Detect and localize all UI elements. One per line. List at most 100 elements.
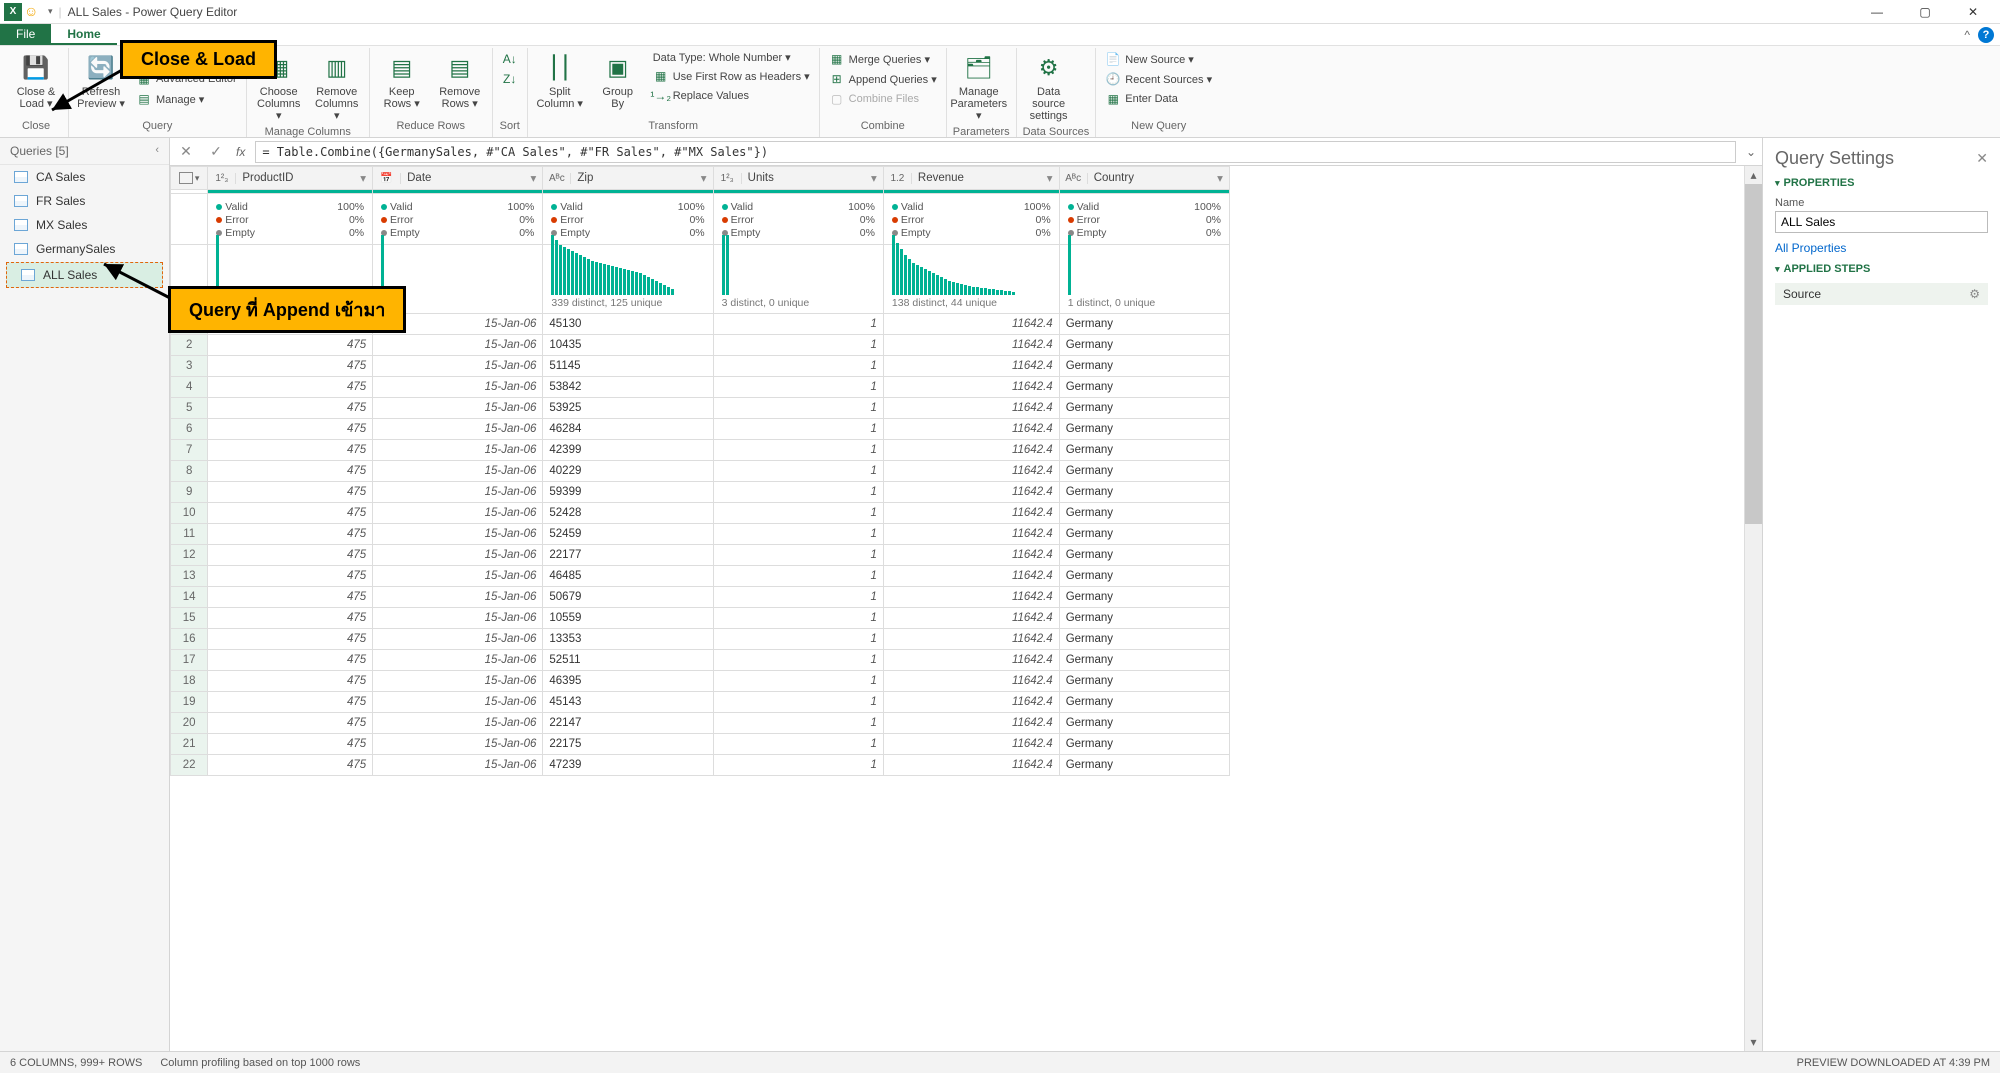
help-icon[interactable]: ? (1978, 27, 1994, 43)
column-filter-dropdown[interactable]: ▾ (1041, 171, 1059, 185)
cell-zip[interactable]: 50679 (543, 587, 713, 608)
cell-date[interactable]: 15-Jan-06 (373, 566, 543, 587)
maximize-button[interactable]: ▢ (1910, 5, 1940, 19)
split-column-button[interactable]: ⎮⎮Split Column ▾ (534, 50, 586, 112)
column-header[interactable]: 1.2 Revenue ▾ (884, 167, 1059, 189)
cell-revenue[interactable]: 11642.4 (883, 461, 1059, 482)
cell-revenue[interactable]: 11642.4 (883, 650, 1059, 671)
enter-data-button[interactable]: ▦Enter Data (1102, 90, 1215, 108)
table-row[interactable]: 19 475 15-Jan-06 45143 1 11642.4 Germany (171, 692, 1230, 713)
table-row[interactable]: 17 475 15-Jan-06 52511 1 11642.4 Germany (171, 650, 1230, 671)
column-filter-dropdown[interactable]: ▾ (354, 171, 372, 185)
table-row[interactable]: 22 475 15-Jan-06 47239 1 11642.4 Germany (171, 755, 1230, 776)
table-row[interactable]: 7 475 15-Jan-06 42399 1 11642.4 Germany (171, 440, 1230, 461)
type-icon[interactable]: 1²₃ (208, 173, 236, 184)
cell-country[interactable]: Germany (1059, 566, 1229, 587)
cell-units[interactable]: 1 (713, 692, 883, 713)
formula-cancel-icon[interactable]: ✕ (176, 143, 196, 160)
cell-country[interactable]: Germany (1059, 524, 1229, 545)
cell-date[interactable]: 15-Jan-06 (373, 524, 543, 545)
formula-input[interactable] (255, 141, 1736, 163)
query-item[interactable]: CA Sales (0, 165, 169, 189)
cell-revenue[interactable]: 11642.4 (883, 566, 1059, 587)
cell-zip[interactable]: 59399 (543, 482, 713, 503)
remove-rows-button[interactable]: ▤Remove Rows ▾ (434, 50, 486, 112)
minimize-button[interactable]: — (1862, 5, 1892, 19)
column-header[interactable]: 1²₃ ProductID ▾ (208, 167, 372, 189)
qat-dropdown[interactable]: ▾ (44, 6, 57, 17)
cell-units[interactable]: 1 (713, 566, 883, 587)
cell-productid[interactable]: 475 (208, 398, 373, 419)
cell-productid[interactable]: 475 (208, 503, 373, 524)
formula-commit-icon[interactable]: ✓ (206, 143, 226, 160)
cell-revenue[interactable]: 11642.4 (883, 671, 1059, 692)
cell-date[interactable]: 15-Jan-06 (373, 545, 543, 566)
cell-units[interactable]: 1 (713, 545, 883, 566)
fx-icon[interactable]: fx (236, 145, 245, 159)
scroll-down-icon[interactable]: ▾ (1745, 1033, 1762, 1051)
cell-country[interactable]: Germany (1059, 713, 1229, 734)
cell-units[interactable]: 1 (713, 650, 883, 671)
cell-productid[interactable]: 475 (208, 650, 373, 671)
cell-revenue[interactable]: 11642.4 (883, 482, 1059, 503)
table-row[interactable]: 10 475 15-Jan-06 52428 1 11642.4 Germany (171, 503, 1230, 524)
cell-date[interactable]: 15-Jan-06 (373, 440, 543, 461)
type-icon[interactable]: 1.2 (884, 173, 912, 184)
column-header[interactable]: 1²₃ Units ▾ (714, 167, 883, 189)
cell-productid[interactable]: 475 (208, 440, 373, 461)
cell-revenue[interactable]: 11642.4 (883, 377, 1059, 398)
collapse-queries-icon[interactable]: ‹ (155, 144, 159, 158)
sort-desc-button[interactable]: Z↓ (499, 70, 521, 88)
table-row[interactable]: 14 475 15-Jan-06 50679 1 11642.4 Germany (171, 587, 1230, 608)
cell-productid[interactable]: 475 (208, 629, 373, 650)
cell-revenue[interactable]: 11642.4 (883, 608, 1059, 629)
cell-units[interactable]: 1 (713, 314, 883, 335)
step-source[interactable]: Source ⚙ (1775, 283, 1988, 305)
table-row[interactable]: 6 475 15-Jan-06 46284 1 11642.4 Germany (171, 419, 1230, 440)
cell-date[interactable]: 15-Jan-06 (373, 356, 543, 377)
cell-productid[interactable]: 475 (208, 566, 373, 587)
cell-country[interactable]: Germany (1059, 398, 1229, 419)
cell-zip[interactable]: 52511 (543, 650, 713, 671)
cell-units[interactable]: 1 (713, 713, 883, 734)
query-item[interactable]: MX Sales (0, 213, 169, 237)
cell-date[interactable]: 15-Jan-06 (373, 398, 543, 419)
cell-units[interactable]: 1 (713, 524, 883, 545)
cell-date[interactable]: 15-Jan-06 (373, 587, 543, 608)
cell-country[interactable]: Germany (1059, 734, 1229, 755)
cell-revenue[interactable]: 11642.4 (883, 734, 1059, 755)
merge-queries-button[interactable]: ▦Merge Queries ▾ (826, 50, 940, 68)
cell-productid[interactable]: 475 (208, 377, 373, 398)
tab-file[interactable]: File (0, 24, 51, 45)
formula-expand-icon[interactable]: ⌄ (1746, 145, 1756, 159)
cell-country[interactable]: Germany (1059, 692, 1229, 713)
cell-date[interactable]: 15-Jan-06 (373, 629, 543, 650)
cell-zip[interactable]: 46395 (543, 671, 713, 692)
column-filter-dropdown[interactable]: ▾ (695, 171, 713, 185)
cell-units[interactable]: 1 (713, 503, 883, 524)
sort-asc-button[interactable]: A↓ (499, 50, 521, 68)
cell-units[interactable]: 1 (713, 356, 883, 377)
append-queries-button[interactable]: ⊞Append Queries ▾ (826, 70, 940, 88)
cell-date[interactable]: 15-Jan-06 (373, 713, 543, 734)
column-filter-dropdown[interactable]: ▾ (524, 171, 542, 185)
cell-zip[interactable]: 47239 (543, 755, 713, 776)
cell-productid[interactable]: 475 (208, 755, 373, 776)
cell-date[interactable]: 15-Jan-06 (373, 377, 543, 398)
cell-productid[interactable]: 475 (208, 545, 373, 566)
cell-country[interactable]: Germany (1059, 650, 1229, 671)
cell-zip[interactable]: 51145 (543, 356, 713, 377)
cell-zip[interactable]: 22175 (543, 734, 713, 755)
vertical-scrollbar[interactable]: ▴ ▾ (1744, 166, 1762, 1051)
cell-country[interactable]: Germany (1059, 335, 1229, 356)
type-icon[interactable]: Aᴮc (1060, 173, 1088, 184)
cell-date[interactable]: 15-Jan-06 (373, 461, 543, 482)
keep-rows-button[interactable]: ▤Keep Rows ▾ (376, 50, 428, 112)
table-row[interactable]: 3 475 15-Jan-06 51145 1 11642.4 Germany (171, 356, 1230, 377)
table-row[interactable]: 8 475 15-Jan-06 40229 1 11642.4 Germany (171, 461, 1230, 482)
table-row[interactable]: 5 475 15-Jan-06 53925 1 11642.4 Germany (171, 398, 1230, 419)
all-properties-link[interactable]: All Properties (1775, 241, 1988, 255)
cell-country[interactable]: Germany (1059, 482, 1229, 503)
cell-country[interactable]: Germany (1059, 545, 1229, 566)
cell-zip[interactable]: 10435 (543, 335, 713, 356)
